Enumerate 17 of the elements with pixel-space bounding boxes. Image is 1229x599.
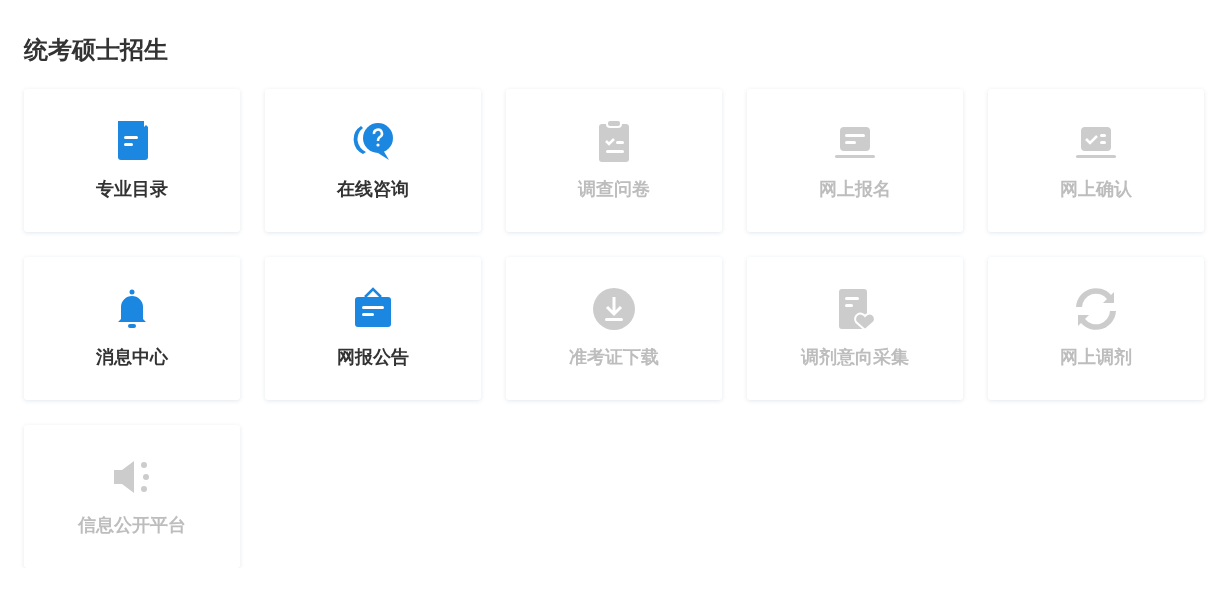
download-icon: [590, 285, 638, 333]
card-label: 消息中心: [96, 345, 168, 369]
card-label: 调剂意向采集: [801, 345, 909, 369]
card-label: 专业目录: [96, 177, 168, 201]
service-card[interactable]: 在线咨询: [265, 89, 481, 232]
card-label: 网上调剂: [1060, 345, 1132, 369]
service-card[interactable]: 专业目录: [24, 89, 240, 232]
card-label: 在线咨询: [337, 177, 409, 201]
card-label: 准考证下载: [569, 345, 659, 369]
card-label: 网上报名: [819, 177, 891, 201]
card-label: 网报公告: [337, 345, 409, 369]
card-label: 调查问卷: [578, 177, 650, 201]
service-card[interactable]: 网报公告: [265, 257, 481, 400]
service-card[interactable]: 消息中心: [24, 257, 240, 400]
card-label: 信息公开平台: [78, 513, 186, 537]
card-label: 网上确认: [1060, 177, 1132, 201]
section-title: 统考硕士招生: [24, 35, 169, 66]
